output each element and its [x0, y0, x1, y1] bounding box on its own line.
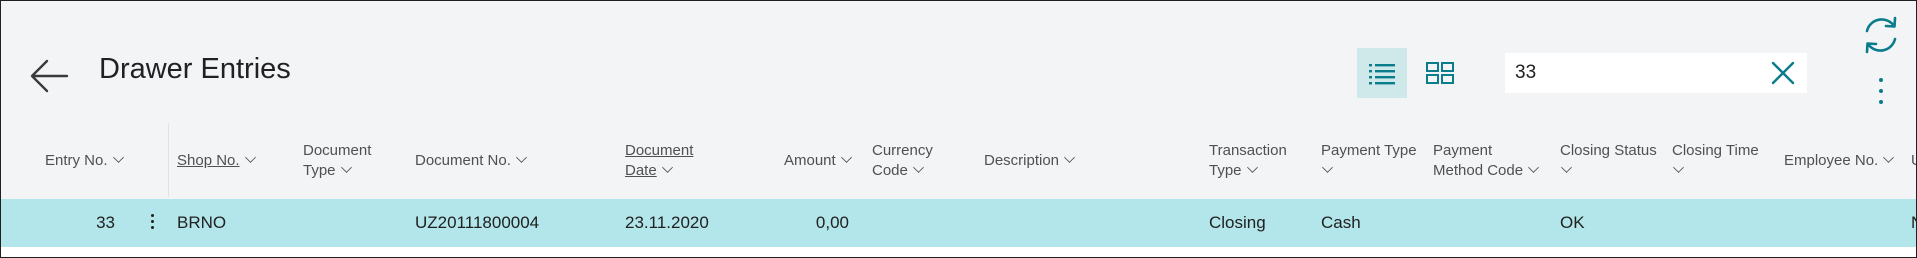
- cell-shop-no[interactable]: BRNO: [177, 212, 226, 234]
- table-row[interactable]: 33 BRNO UZ20111800004 23.11.2020 0,00 Cl…: [1, 199, 1916, 247]
- column-header-document-type[interactable]: Document Type: [303, 141, 371, 181]
- close-icon: [1771, 61, 1795, 85]
- column-header-amount[interactable]: Amount: [784, 151, 852, 171]
- cell-entry-no: 33: [96, 213, 115, 232]
- chevron-down-icon: [1246, 162, 1258, 173]
- cell-amount: 0,00: [815, 213, 849, 232]
- column-header-shop-no[interactable]: Shop No.: [177, 151, 256, 171]
- chevron-down-icon: [840, 152, 852, 163]
- page-title: Drawer Entries: [99, 53, 291, 85]
- refresh-button[interactable]: [1859, 13, 1903, 57]
- cell-document-date: 23.11.2020: [625, 213, 709, 232]
- refresh-icon: [1865, 16, 1897, 54]
- column-header-closing-time[interactable]: Closing Time: [1672, 141, 1759, 181]
- more-vertical-icon: [1867, 78, 1895, 104]
- list-view-icon: [1369, 64, 1395, 85]
- column-header-document-no[interactable]: Document No.: [415, 151, 527, 171]
- chevron-down-icon: [1528, 162, 1539, 173]
- column-header-description[interactable]: Description: [984, 151, 1075, 171]
- back-button[interactable]: [27, 53, 73, 99]
- table-body-empty: [1, 247, 1916, 257]
- column-header-employee-no[interactable]: Employee No.: [1784, 151, 1895, 171]
- back-arrow-icon: [30, 59, 69, 93]
- chevron-down-icon: [244, 152, 256, 163]
- cell-payment-type: Cash: [1321, 213, 1361, 232]
- search-box: [1505, 53, 1807, 93]
- chevron-down-icon: [1064, 152, 1075, 163]
- chevron-down-icon: [912, 162, 924, 173]
- more-options-button[interactable]: [1867, 71, 1895, 115]
- chevron-down-icon: [1883, 152, 1895, 163]
- column-header-payment-method-code[interactable]: Payment Method Code: [1433, 141, 1539, 181]
- search-input[interactable]: [1515, 53, 1755, 93]
- page-header: Drawer Entries 33 Entry No. Shop No. Doc…: [1, 1, 1916, 179]
- tile-view-icon: [1426, 62, 1454, 84]
- cell-partial: N: [1911, 212, 1916, 234]
- column-header-document-date[interactable]: Document Date: [625, 141, 693, 181]
- cell-transaction-type: Closing: [1209, 213, 1266, 232]
- row-menu-icon: [147, 214, 157, 229]
- clear-search-button[interactable]: [1769, 59, 1797, 87]
- cell-closing-status: OK: [1560, 213, 1585, 232]
- chevron-down-icon: [1322, 162, 1333, 173]
- cell-document-no: UZ20111800004: [415, 213, 540, 232]
- chevron-down-icon: [1673, 162, 1684, 173]
- column-divider: [168, 123, 169, 197]
- column-header-closing-status[interactable]: Closing Status: [1560, 141, 1657, 181]
- row-menu-button[interactable]: [147, 211, 157, 235]
- chevron-down-icon: [340, 162, 352, 173]
- tile-view-button[interactable]: [1415, 48, 1465, 98]
- column-header-partial[interactable]: U: [1911, 151, 1916, 171]
- chevron-down-icon: [1561, 162, 1572, 173]
- list-view-button[interactable]: [1357, 48, 1407, 98]
- column-header-transaction-type[interactable]: Transaction Type: [1209, 141, 1287, 181]
- column-header-currency-code[interactable]: Currency Code: [872, 141, 933, 181]
- chevron-down-icon: [661, 162, 673, 173]
- column-header-payment-type[interactable]: Payment Type: [1321, 141, 1417, 181]
- column-header-entry-no[interactable]: Entry No.: [45, 151, 124, 171]
- page-frame: Drawer Entries 33 Entry No. Shop No. Doc…: [0, 0, 1917, 258]
- chevron-down-icon: [112, 152, 124, 163]
- chevron-down-icon: [515, 152, 527, 163]
